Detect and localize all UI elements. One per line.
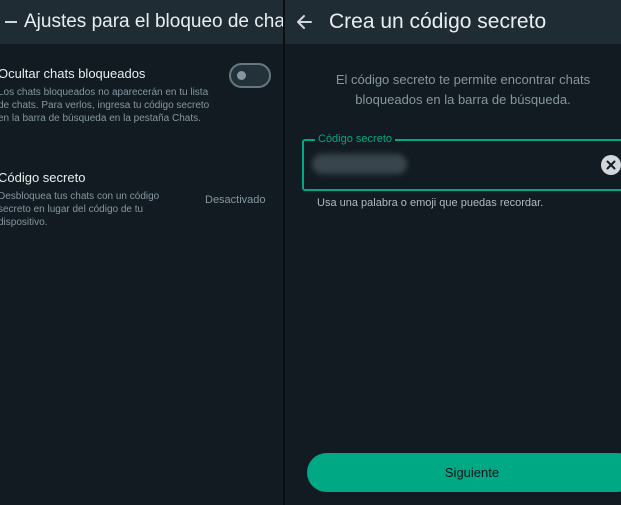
- secret-code-field-label: Código secreto: [315, 132, 395, 146]
- toggle-knob: [237, 71, 246, 80]
- hide-locked-chats-setting[interactable]: Ocultar chats bloqueados Los chats bloqu…: [0, 66, 213, 125]
- clear-icon[interactable]: [601, 155, 621, 175]
- page-title: Ajustes para el bloqueo de cha...: [24, 11, 283, 32]
- next-button[interactable]: Siguiente: [307, 453, 621, 492]
- secret-code-value-blurred[interactable]: [312, 154, 407, 174]
- secret-code-field[interactable]: Código secreto: [302, 132, 621, 191]
- secret-code-status: Desactivado: [205, 194, 266, 206]
- hide-locked-chats-toggle[interactable]: [229, 63, 271, 88]
- secret-code-header: Crea un código secreto: [285, 0, 621, 44]
- intro-text: El código secreto te permite encontrar c…: [335, 72, 591, 107]
- arrow-left-icon[interactable]: [4, 13, 18, 31]
- chat-lock-settings-screen: Ajustes para el bloqueo de cha... Oculta…: [0, 0, 283, 505]
- arrow-left-icon[interactable]: [295, 13, 313, 31]
- hide-locked-chats-description: Los chats bloqueados no aparecerán en tu…: [0, 87, 210, 124]
- settings-header: Ajustes para el bloqueo de cha...: [0, 0, 283, 44]
- secret-code-helper-text: Usa una palabra o emoji que puedas recor…: [317, 197, 544, 209]
- create-secret-code-screen: Crea un código secreto El código secreto…: [285, 0, 621, 505]
- page-title: Crea un código secreto: [329, 10, 547, 33]
- hide-locked-chats-title: Ocultar chats bloqueados: [0, 66, 146, 81]
- secret-code-title: Código secreto: [0, 170, 86, 185]
- secret-code-description: Desbloquea tus chats con un código secre…: [0, 191, 160, 228]
- secret-code-setting[interactable]: Código secreto Desbloquea tus chats con …: [0, 170, 188, 229]
